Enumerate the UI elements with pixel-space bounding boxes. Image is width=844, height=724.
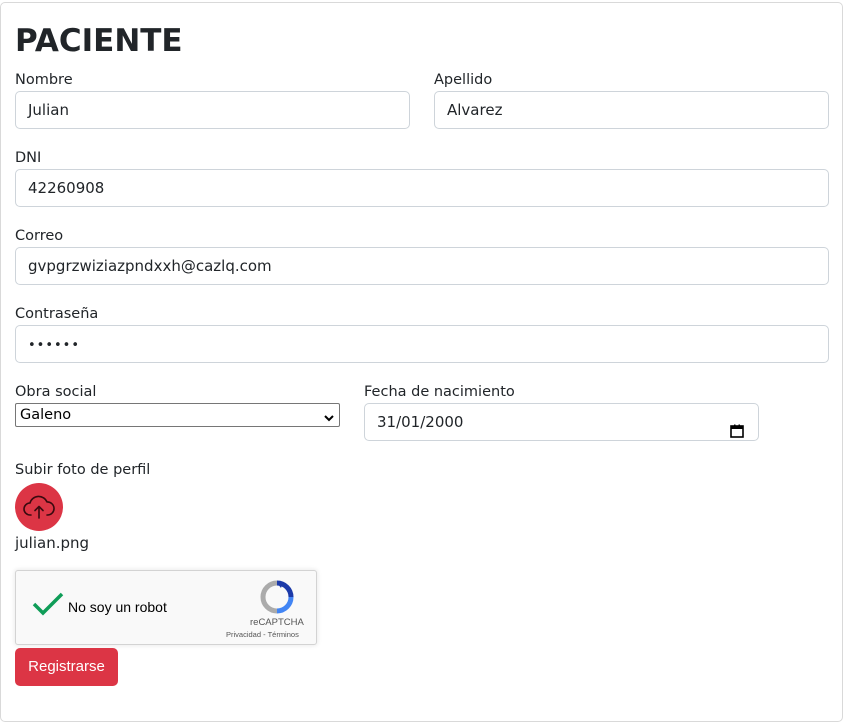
captcha-label: No soy un robot <box>68 599 167 615</box>
contrasena-value: •••••• <box>28 338 81 353</box>
recaptcha-privacy-link[interactable]: Privacidad <box>226 630 261 639</box>
obra-social-value: Galeno <box>20 407 72 423</box>
uploaded-filename: julian.png <box>15 534 90 552</box>
apellido-value: Alvarez <box>447 101 503 119</box>
foto-label: Subir foto de perfil <box>15 462 151 478</box>
nombre-value: Julian <box>28 101 69 119</box>
cloud-upload-icon <box>22 494 56 520</box>
dni-input[interactable]: 42260908 <box>15 169 829 207</box>
apellido-label: Apellido <box>434 72 493 88</box>
nombre-input[interactable]: Julian <box>15 91 410 129</box>
page-title: PACIENTE <box>15 23 183 59</box>
recaptcha-terms-link[interactable]: Términos <box>268 630 299 639</box>
nombre-label: Nombre <box>15 72 73 88</box>
correo-value: gvpgrzwiziazpndxxh@cazlq.com <box>28 257 272 275</box>
contrasena-input[interactable]: •••••• <box>15 325 829 363</box>
upload-photo-button[interactable] <box>15 483 63 531</box>
chevron-down-icon <box>323 409 335 431</box>
obra-social-select[interactable]: Galeno <box>15 403 340 427</box>
register-button[interactable]: Registrarse <box>15 648 118 686</box>
checkmark-icon[interactable] <box>32 591 64 621</box>
dni-label: DNI <box>15 150 42 166</box>
calendar-icon[interactable] <box>730 415 744 451</box>
obra-social-label: Obra social <box>15 384 97 400</box>
registration-card: PACIENTE Nombre Julian Apellido Alvarez … <box>0 2 843 722</box>
correo-label: Correo <box>15 228 64 244</box>
dni-value: 42260908 <box>28 179 105 197</box>
correo-input[interactable]: gvpgrzwiziazpndxxh@cazlq.com <box>15 247 829 285</box>
fecha-nacimiento-label: Fecha de nacimiento <box>364 384 515 400</box>
apellido-input[interactable]: Alvarez <box>434 91 829 129</box>
recaptcha-brand: reCAPTCHA <box>250 617 304 628</box>
contrasena-label: Contraseña <box>15 306 99 322</box>
recaptcha-links: Privacidad - Términos <box>226 630 299 639</box>
recaptcha-logo-icon <box>260 580 294 618</box>
fecha-nacimiento-value: 31/01/2000 <box>377 413 464 431</box>
fecha-nacimiento-input[interactable]: 31/01/2000 <box>364 403 759 441</box>
recaptcha-widget: No soy un robot reCAPTCHA Privacidad - T… <box>15 570 317 645</box>
